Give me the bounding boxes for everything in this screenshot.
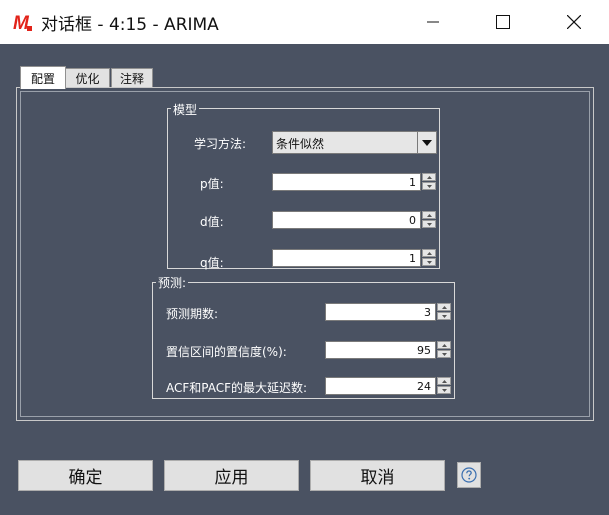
caret-up-icon — [441, 343, 447, 347]
maxlag-value: 24 — [417, 380, 431, 393]
tab-config[interactable]: 配置 — [20, 66, 66, 89]
confidence-input[interactable]: 95 — [325, 341, 436, 359]
close-button[interactable] — [551, 0, 597, 44]
q-label: q值: — [200, 256, 224, 270]
minimize-button[interactable] — [410, 0, 456, 44]
p-decrement-button[interactable] — [422, 182, 436, 190]
caret-down-icon — [441, 388, 447, 392]
apply-button[interactable]: 应用 — [164, 460, 299, 491]
caret-down-icon — [426, 184, 432, 188]
p-label: p值: — [200, 177, 224, 191]
d-increment-button[interactable] — [422, 211, 436, 219]
p-input[interactable]: 1 — [272, 173, 421, 191]
forecast-group-label: 预测: — [156, 274, 189, 291]
q-stepper[interactable]: 1 — [272, 249, 437, 267]
q-value: 1 — [409, 252, 416, 265]
caret-down-icon — [426, 222, 432, 226]
caret-down-icon — [441, 314, 447, 318]
p-increment-button[interactable] — [422, 173, 436, 181]
periods-stepper[interactable]: 3 — [325, 303, 452, 321]
window-title: 对话框 - 4:15 - ARIMA — [41, 15, 219, 35]
maxlag-input[interactable]: 24 — [325, 377, 436, 395]
d-stepper[interactable]: 0 — [272, 211, 437, 229]
app-logo-icon: M — [12, 11, 34, 33]
caret-down-icon — [426, 260, 432, 264]
method-label: 学习方法: — [194, 137, 247, 151]
help-button[interactable] — [457, 462, 481, 488]
d-input[interactable]: 0 — [272, 211, 421, 229]
model-group-label: 模型 — [171, 101, 200, 118]
maximize-button[interactable] — [480, 0, 526, 44]
periods-input[interactable]: 3 — [325, 303, 436, 321]
q-decrement-button[interactable] — [422, 258, 436, 266]
confidence-stepper[interactable]: 95 — [325, 341, 452, 359]
caret-up-icon — [441, 379, 447, 383]
method-select[interactable]: 条件似然 — [272, 131, 437, 154]
maximize-icon — [496, 15, 510, 29]
tab-optimize-label: 优化 — [75, 72, 100, 86]
p-stepper[interactable]: 1 — [272, 173, 437, 191]
chevron-down-icon[interactable] — [417, 132, 436, 153]
q-increment-button[interactable] — [422, 249, 436, 257]
periods-decrement-button[interactable] — [437, 312, 451, 320]
p-value: 1 — [409, 176, 416, 189]
maxlag-decrement-button[interactable] — [437, 386, 451, 394]
confidence-label: 置信区间的置信度(%): — [166, 345, 287, 359]
periods-increment-button[interactable] — [437, 303, 451, 311]
tab-notes-label: 注释 — [119, 72, 144, 86]
maxlag-label: ACF和PACF的最大延迟数: — [166, 381, 308, 395]
q-input[interactable]: 1 — [272, 249, 421, 267]
d-label: d值: — [200, 215, 224, 229]
maxlag-stepper[interactable]: 24 — [325, 377, 452, 395]
confidence-increment-button[interactable] — [437, 341, 451, 349]
confidence-value: 95 — [417, 344, 431, 357]
cancel-button[interactable]: 取消 — [310, 460, 445, 491]
d-value: 0 — [409, 214, 416, 227]
caret-down-icon — [441, 352, 447, 356]
confidence-decrement-button[interactable] — [437, 350, 451, 358]
close-icon — [567, 15, 581, 29]
periods-label: 预测期数: — [166, 307, 219, 321]
ok-button[interactable]: 确定 — [18, 460, 153, 491]
caret-up-icon — [426, 251, 432, 255]
tab-notes[interactable]: 注释 — [111, 68, 153, 88]
maxlag-increment-button[interactable] — [437, 377, 451, 385]
caret-up-icon — [426, 175, 432, 179]
periods-value: 3 — [424, 306, 431, 319]
title-bar: M 对话框 - 4:15 - ARIMA — [0, 0, 609, 44]
help-icon — [461, 467, 477, 483]
d-decrement-button[interactable] — [422, 220, 436, 228]
minimize-icon — [427, 21, 439, 23]
caret-up-icon — [426, 213, 432, 217]
method-select-value: 条件似然 — [276, 137, 325, 151]
tab-config-label: 配置 — [30, 71, 55, 86]
tab-optimize[interactable]: 优化 — [65, 68, 110, 88]
caret-up-icon — [441, 305, 447, 309]
